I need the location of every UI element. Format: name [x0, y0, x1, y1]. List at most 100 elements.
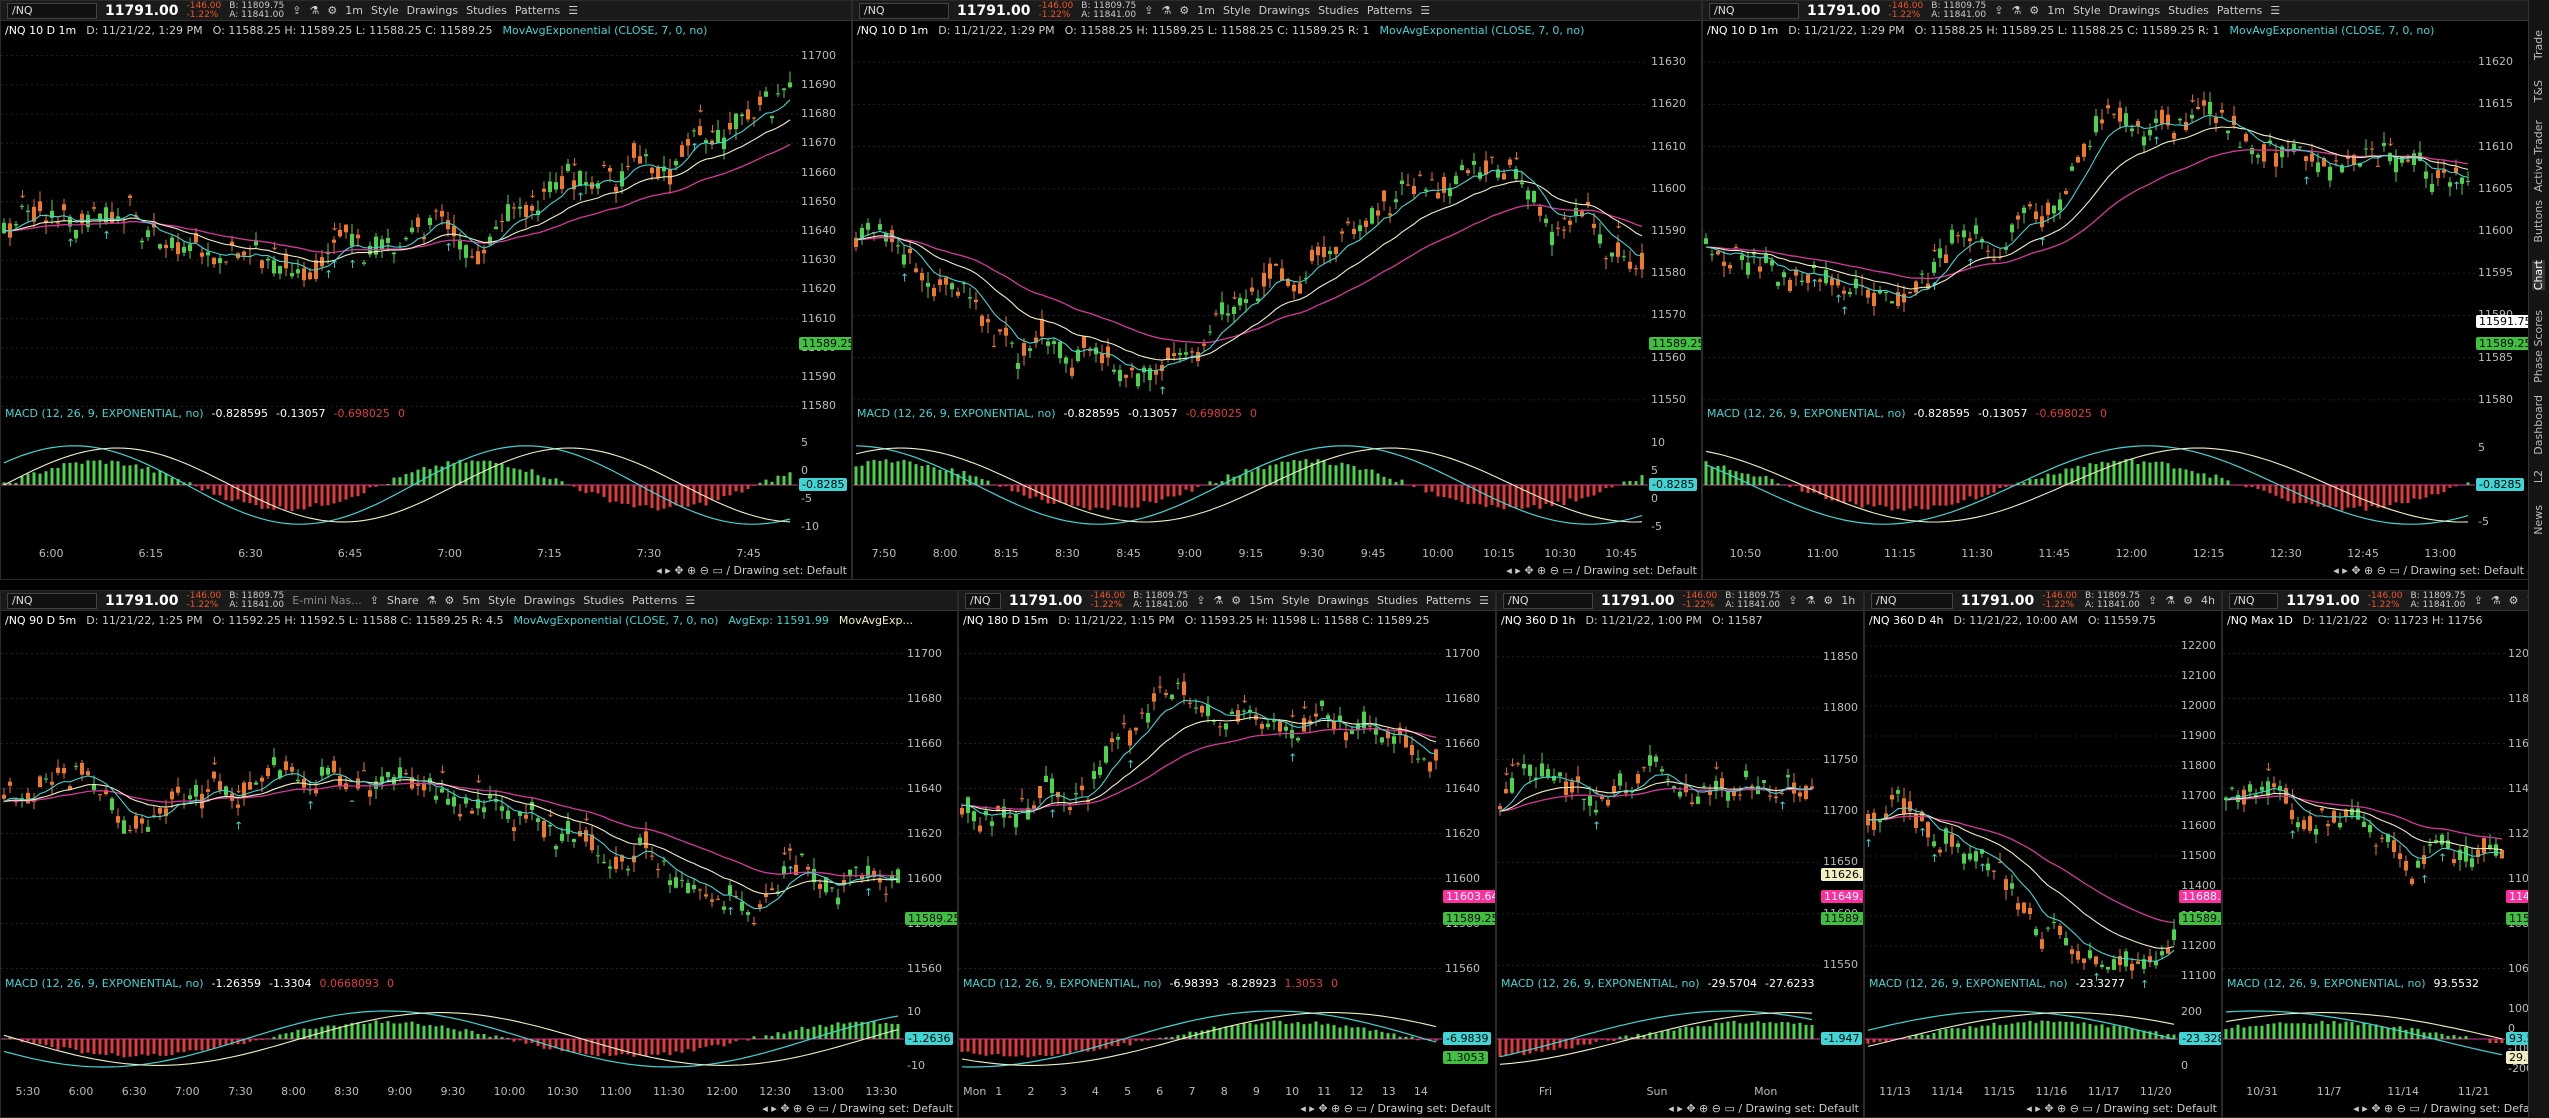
gear-icon[interactable]: ⚙: [1179, 4, 1189, 17]
menu-icon[interactable]: ☰: [1479, 594, 1489, 607]
drawing-set-label[interactable]: ◂ ▸ ✥ ⊕ ⊖ ▭ ∕ Drawing set: Default: [762, 1102, 953, 1115]
interval-button[interactable]: 1h: [1841, 594, 1855, 607]
drawing-set-label[interactable]: ◂ ▸ ✥ ⊕ ⊖ ▭ ∕ Drawing set: Default: [1668, 1102, 1859, 1115]
price-chart[interactable]: ↑↑↑↑↑↑: [1865, 631, 2178, 991]
style-button[interactable]: Style: [2073, 4, 2101, 17]
drawings-button[interactable]: Drawings: [407, 4, 458, 17]
chart-panel-p1[interactable]: /NQ 11791.00 -146.00 -1.22% B: 11809.75 A:…: [0, 0, 852, 580]
symbol-input[interactable]: /NQ: [1709, 2, 1799, 19]
price-chart[interactable]: ↓↓↓↑↓↑: [1497, 631, 1820, 991]
chart-panel-p4[interactable]: /NQ 11791.00 -146.00 -1.22% B: 11809.75 A:…: [0, 590, 958, 1118]
price-chart[interactable]: ↓↑↑↓↑↓↑ ↑↑↓↓↑↑↓↓: [1, 41, 798, 421]
share-icon[interactable]: ⇪: [292, 4, 301, 17]
gear-icon[interactable]: ⚙: [445, 594, 455, 607]
share-icon[interactable]: ⇪: [2474, 594, 2483, 607]
macd-chart[interactable]: [1497, 999, 1820, 1079]
interval-button[interactable]: 1m: [1197, 4, 1215, 17]
menu-icon[interactable]: ☰: [568, 4, 578, 17]
gear-icon[interactable]: ⚙: [327, 4, 337, 17]
drawing-set-label[interactable]: ◂ ▸ ✥ ⊕ ⊖ ▭ ∕ Drawing set: Default: [1506, 564, 1697, 577]
chart-panel-p8[interactable]: /NQ 11791.00 -146.00 -1.22% B: 11809.75 A:…: [2222, 590, 2549, 1118]
share-icon[interactable]: ⇪: [1196, 594, 1205, 607]
rail-tab-chart[interactable]: Chart: [2532, 260, 2545, 291]
chart-panel-p3[interactable]: /NQ 11791.00 -146.00 -1.22% B: 11809.75 A:…: [1702, 0, 2529, 580]
drawing-set-label[interactable]: ◂ ▸ ✥ ⊕ ⊖ ▭ ∕ Drawing set: Default: [656, 564, 847, 577]
chart-panel-p5[interactable]: /NQ 11791.00 -146.00 -1.22% B: 11809.75 A:…: [958, 590, 1496, 1118]
symbol-input[interactable]: /NQ: [2229, 592, 2279, 609]
macd-chart[interactable]: [1865, 999, 2178, 1079]
patterns-button[interactable]: Patterns: [1426, 594, 1471, 607]
rail-tab-ts[interactable]: T&S: [2532, 80, 2545, 102]
drawing-set-label[interactable]: ◂ ▸ ✥ ⊕ ⊖ ▭ ∕ Drawing set: Default: [2026, 1102, 2217, 1115]
symbol-input[interactable]: /NQ: [1503, 592, 1593, 609]
rail-tab-phase-scores[interactable]: Phase Scores: [2532, 310, 2545, 383]
symbol-input[interactable]: /NQ: [7, 592, 97, 609]
chart-panel-p6[interactable]: /NQ 11791.00 -146.00 -1.22% B: 11809.75 A:…: [1496, 590, 1864, 1118]
gear-icon[interactable]: ⚙: [2509, 594, 2519, 607]
flask-icon[interactable]: ⚗: [427, 594, 437, 607]
flask-icon[interactable]: ⚗: [2165, 594, 2175, 607]
rail-tab-news[interactable]: News: [2532, 505, 2545, 535]
symbol-input[interactable]: /NQ: [965, 592, 1001, 609]
patterns-button[interactable]: Patterns: [515, 4, 560, 17]
chart-panel-p7[interactable]: /NQ 11791.00 -146.00 -1.22% B: 11809.75 A:…: [1864, 590, 2222, 1118]
price-chart[interactable]: ↓↓↑↑↑: [2223, 631, 2505, 991]
macd-chart[interactable]: [2223, 999, 2505, 1079]
drawing-set-label[interactable]: ◂ ▸ ✥ ⊕ ⊖ ▭ ∕ Drawing set: Default: [1300, 1102, 1491, 1115]
drawings-button[interactable]: Drawings: [2109, 4, 2160, 17]
macd-chart[interactable]: [1, 429, 798, 541]
interval-button[interactable]: 4h: [2201, 594, 2215, 607]
macd-chart[interactable]: [959, 999, 1442, 1079]
flask-icon[interactable]: ⚗: [1162, 4, 1172, 17]
studies-button[interactable]: Studies: [1318, 4, 1359, 17]
menu-icon[interactable]: ☰: [1420, 4, 1430, 17]
price-chart[interactable]: ↓↓↑↑↓↓↓ ↓↑↓↑↑: [1, 631, 904, 991]
drawing-set-label[interactable]: ◂ ▸ ✥ ⊕ ⊖ ▭ ∕ Drawing set: Default: [2333, 564, 2524, 577]
patterns-button[interactable]: Patterns: [2217, 4, 2262, 17]
patterns-button[interactable]: Patterns: [632, 594, 677, 607]
share-icon[interactable]: ⇪: [370, 594, 379, 607]
symbol-input[interactable]: /NQ: [859, 2, 949, 19]
style-button[interactable]: Style: [488, 594, 516, 607]
chart-panel-p2[interactable]: /NQ 11791.00 -146.00 -1.22% B: 11809.75 A:…: [852, 0, 1702, 580]
rail-tab-trade[interactable]: Trade: [2532, 30, 2545, 60]
symbol-input[interactable]: /NQ: [7, 2, 97, 19]
macd-chart[interactable]: [1, 999, 904, 1079]
symbol-input[interactable]: /NQ: [1871, 592, 1953, 609]
interval-button[interactable]: 1m: [345, 4, 363, 17]
style-button[interactable]: Style: [371, 4, 399, 17]
flask-icon[interactable]: ⚗: [2491, 594, 2501, 607]
menu-icon[interactable]: ☰: [685, 594, 695, 607]
flask-icon[interactable]: ⚗: [310, 4, 320, 17]
drawings-button[interactable]: Drawings: [524, 594, 575, 607]
share-icon[interactable]: ⇪: [1788, 594, 1797, 607]
macd-chart[interactable]: [853, 429, 1648, 541]
price-chart[interactable]: ↑↑↓↓↑↓: [959, 631, 1442, 991]
rail-tab-l2[interactable]: L2: [2532, 470, 2545, 483]
rail-tab-dashboard[interactable]: Dashboard: [2532, 395, 2545, 455]
studies-button[interactable]: Studies: [583, 594, 624, 607]
share-icon[interactable]: ⇪: [1994, 4, 2003, 17]
menu-icon[interactable]: ☰: [2270, 4, 2280, 17]
studies-button[interactable]: Studies: [2168, 4, 2209, 17]
gear-icon[interactable]: ⚙: [1231, 594, 1241, 607]
flask-icon[interactable]: ⚗: [1213, 594, 1223, 607]
style-button[interactable]: Style: [1223, 4, 1251, 17]
style-button[interactable]: Style: [1282, 594, 1310, 607]
rail-tab-buttons[interactable]: Buttons: [2532, 200, 2545, 243]
gear-icon[interactable]: ⚙: [2183, 594, 2193, 607]
share-icon[interactable]: ⇪: [2148, 594, 2157, 607]
share-icon[interactable]: ⇪: [1144, 4, 1153, 17]
drawing-set-label[interactable]: ◂ ▸ ✥ ⊕ ⊖ ▭ ∕ Drawing set: Default: [2353, 1102, 2544, 1115]
interval-button[interactable]: 5m: [462, 594, 480, 607]
interval-button[interactable]: 1m: [2047, 4, 2065, 17]
flask-icon[interactable]: ⚗: [2012, 4, 2022, 17]
macd-chart[interactable]: [1703, 429, 2475, 541]
flask-icon[interactable]: ⚗: [1806, 594, 1816, 607]
interval-button[interactable]: 15m: [1249, 594, 1274, 607]
studies-button[interactable]: Studies: [466, 4, 507, 17]
drawings-button[interactable]: Drawings: [1318, 594, 1369, 607]
price-chart[interactable]: ↑↑↓↓↓↓: [853, 41, 1648, 421]
rail-tab-active-trader[interactable]: Active Trader: [2532, 120, 2545, 192]
studies-button[interactable]: Studies: [1377, 594, 1418, 607]
